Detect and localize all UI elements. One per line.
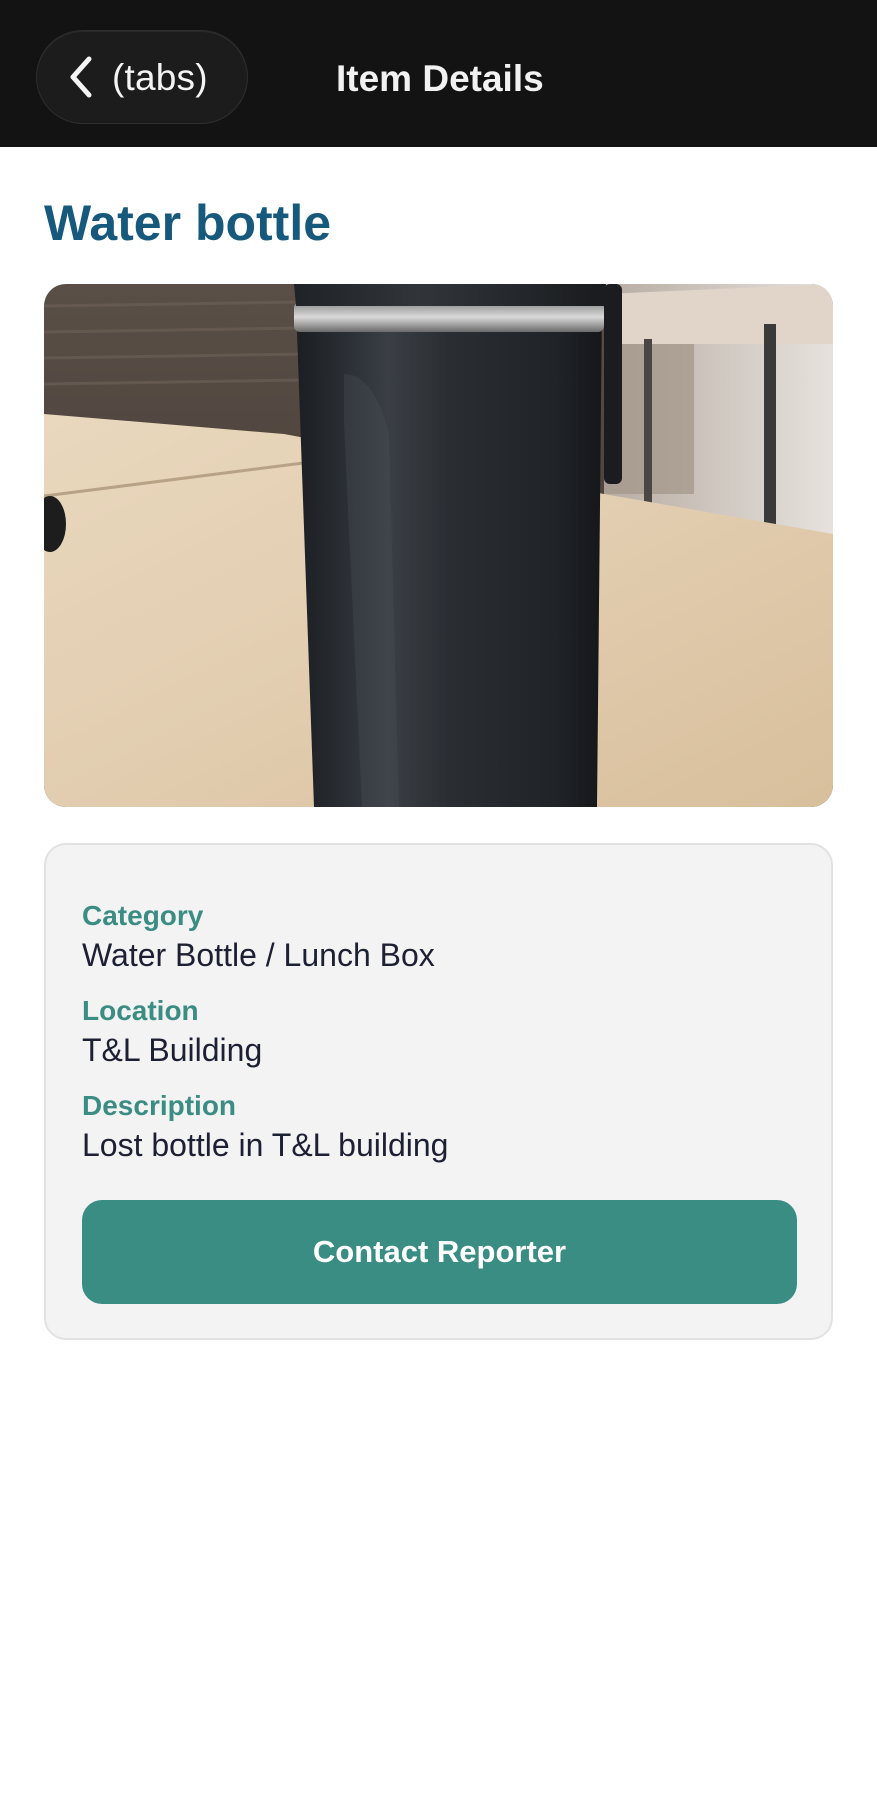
item-title: Water bottle (44, 195, 332, 251)
category-label: Category (82, 900, 204, 931)
item-photo (44, 284, 833, 807)
item-details-card: Category Water Bottle / Lunch Box Locati… (44, 843, 833, 1340)
back-button[interactable]: (tabs) (36, 30, 248, 124)
category-value: Water Bottle / Lunch Box (82, 937, 435, 973)
location-value: T&L Building (82, 1032, 263, 1068)
description-value: Lost bottle in T&L building (82, 1127, 449, 1163)
back-button-label: (tabs) (112, 57, 208, 98)
description-label: Description (82, 1090, 237, 1121)
location-label: Location (82, 995, 199, 1026)
chevron-left-icon (70, 56, 92, 98)
navigation-bar: (tabs) Item Details (0, 0, 877, 147)
contact-reporter-button[interactable]: Contact Reporter (82, 1200, 797, 1304)
screen-title: Item Details (336, 58, 544, 99)
